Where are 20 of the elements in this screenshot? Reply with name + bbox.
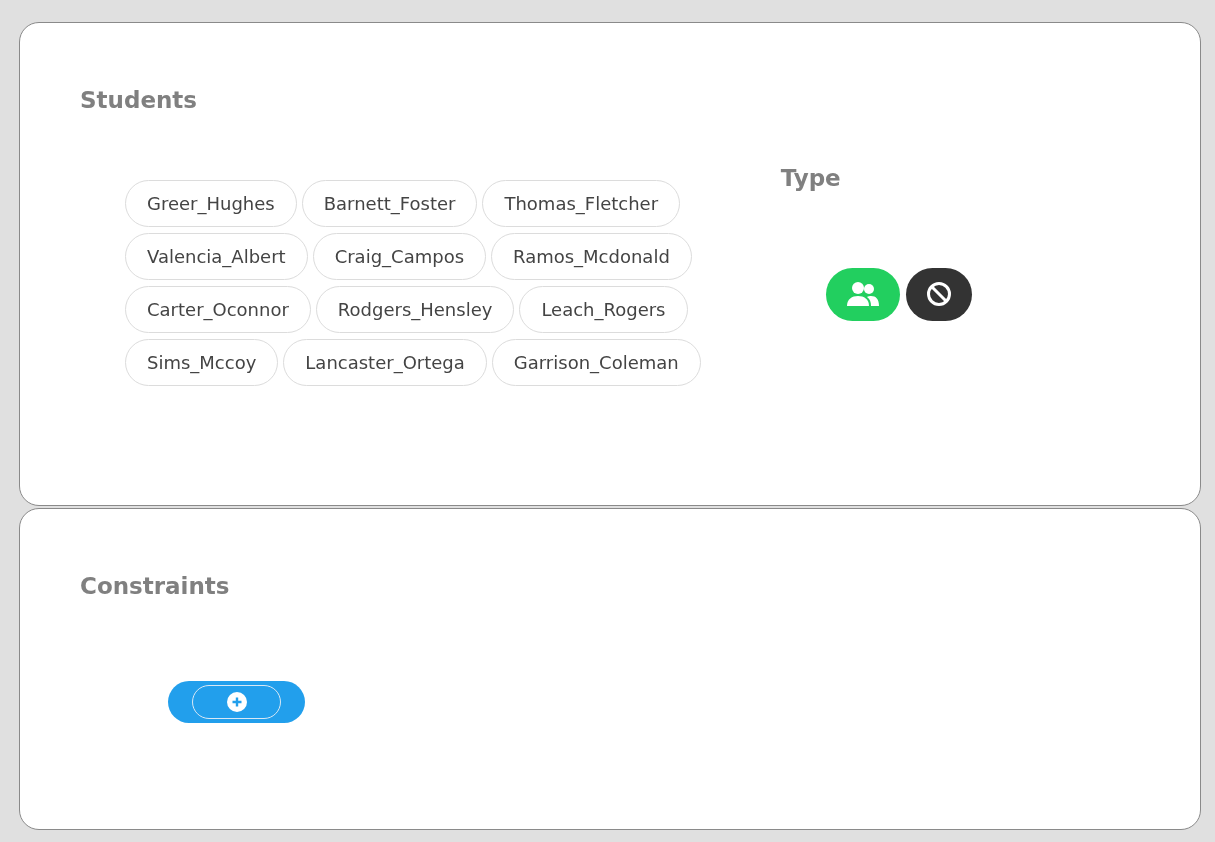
add-constraint-button[interactable] <box>168 680 305 723</box>
section-title: Type <box>780 165 842 193</box>
section-title: Constraints <box>80 573 231 601</box>
student-chip[interactable]: Lancaster_Ortega <box>283 338 487 386</box>
plus-circle-icon <box>226 691 247 712</box>
student-chip[interactable]: Greer_Hughes <box>125 179 297 227</box>
student-chip[interactable]: Valencia_Albert <box>125 232 308 280</box>
prohibited-icon <box>925 281 952 308</box>
student-chip[interactable]: Thomas_Fletcher <box>482 179 681 227</box>
section-title: Students <box>80 87 199 115</box>
people-icon <box>846 281 879 308</box>
student-chip[interactable]: Craig_Campos <box>312 232 486 280</box>
student-chip[interactable]: Rodgers_Hensley <box>315 285 515 333</box>
student-chip[interactable]: Garrison_Coleman <box>491 338 701 386</box>
student-chip[interactable]: Leach_Rogers <box>519 285 688 333</box>
type-option-button[interactable] <box>905 267 972 321</box>
student-chip[interactable]: Carter_Oconnor <box>125 285 311 333</box>
student-chip[interactable]: Barnett_Foster <box>301 179 478 227</box>
student-chip[interactable]: Ramos_Mcdonald <box>491 232 692 280</box>
student-chip[interactable]: Sims_Mccoy <box>125 338 279 386</box>
